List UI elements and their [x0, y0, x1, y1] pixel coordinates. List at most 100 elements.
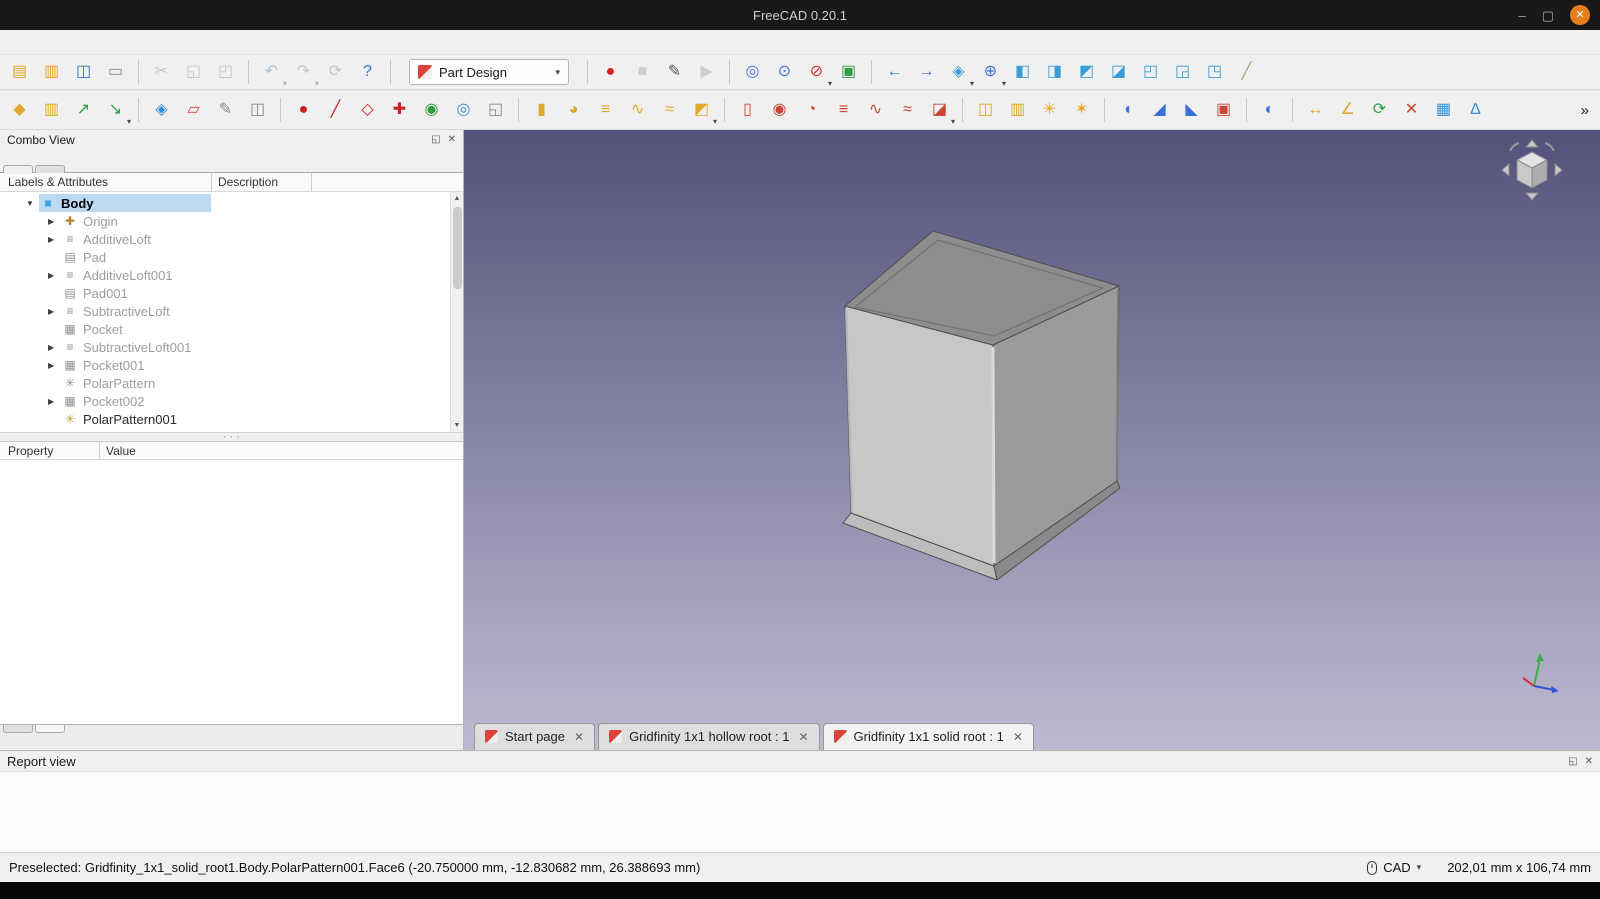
mirrored-icon[interactable]: ◫ — [971, 96, 1000, 124]
expand-arrow-icon[interactable]: ▶ — [48, 361, 61, 370]
menu-edit[interactable] — [24, 39, 42, 45]
sub-shape-binder-icon[interactable]: ◎ — [449, 96, 478, 124]
viewport[interactable]: Start page ✕ Gridfinity 1x1 hollow root … — [464, 130, 1600, 750]
boolean-icon[interactable]: ◐ — [1255, 96, 1284, 124]
datum-point-icon[interactable]: ● — [289, 96, 318, 124]
float-panel-icon[interactable]: ◱ — [1568, 756, 1577, 767]
scrollbar-thumb[interactable] — [453, 207, 462, 289]
paste-icon[interactable]: ◰ — [211, 58, 240, 86]
view-axonometric-icon[interactable]: ◧ — [1008, 58, 1037, 86]
new-document-icon[interactable]: ▤ — [5, 58, 34, 86]
additive-helix-icon[interactable]: ≈ — [655, 96, 684, 124]
expand-arrow-icon[interactable]: ▼ — [26, 199, 39, 208]
close-tab-icon[interactable]: ✕ — [574, 730, 584, 744]
macro-record-icon[interactable]: ● — [596, 58, 625, 86]
expand-arrow-icon[interactable]: ▶ — [48, 343, 61, 352]
menu-tools[interactable] — [60, 39, 78, 45]
tree-column-labels[interactable]: Labels & Attributes — [0, 173, 212, 191]
revolution-icon[interactable]: ◕ — [559, 96, 588, 124]
subtractive-loft-icon[interactable]: ≡ — [829, 96, 858, 124]
tree-item-body[interactable]: ▼ ■ Body — [0, 194, 463, 212]
additive-loft-icon[interactable]: ≡ — [591, 96, 620, 124]
create-body-icon[interactable]: ◈ — [147, 96, 176, 124]
shape-binder-icon[interactable]: ◉ — [417, 96, 446, 124]
scroll-down-icon[interactable]: ▼ — [451, 419, 463, 432]
create-group-icon[interactable]: ▥ — [37, 96, 66, 124]
measure-clear-icon[interactable]: ✕ — [1397, 96, 1426, 124]
value-column[interactable]: Value — [100, 444, 136, 458]
macro-stop-icon[interactable]: ■ — [628, 58, 657, 86]
expand-arrow-icon[interactable]: ▶ — [48, 217, 61, 226]
linear-pattern-icon[interactable]: ▥ — [1003, 96, 1032, 124]
make-sub-link-icon[interactable]: ↘ — [101, 96, 130, 124]
subtractive-helix-icon[interactable]: ≈ — [893, 96, 922, 124]
menu-file[interactable] — [6, 39, 24, 45]
view-isometric-icon[interactable]: ◈ — [944, 58, 973, 86]
tree-item-additiveloft[interactable]: ▶ ≡ AdditiveLoft — [0, 230, 463, 248]
undo-icon[interactable]: ↶ — [257, 58, 286, 86]
close-button[interactable]: ✕ — [1570, 5, 1590, 25]
close-panel-icon[interactable]: ✕ — [448, 134, 456, 145]
splitter-handle[interactable] — [0, 432, 463, 441]
copy-icon[interactable]: ◱ — [179, 58, 208, 86]
whats-this-icon[interactable]: ? — [353, 58, 382, 86]
pad-icon[interactable]: ▮ — [527, 96, 556, 124]
tree-item-pad[interactable]: ▤ Pad — [0, 248, 463, 266]
property-editor[interactable] — [0, 460, 463, 724]
tree-item-polarpattern[interactable]: ✳ PolarPattern — [0, 374, 463, 392]
open-document-icon[interactable]: ▥ — [37, 58, 66, 86]
close-tab-icon[interactable]: ✕ — [798, 730, 808, 744]
fillet-icon[interactable]: ◖ — [1113, 96, 1142, 124]
tree-item-additiveloft001[interactable]: ▶ ≡ AdditiveLoft001 — [0, 266, 463, 284]
property-column[interactable]: Property — [0, 442, 100, 459]
tree-item-subtractiveloft[interactable]: ▶ ≡ SubtractiveLoft — [0, 302, 463, 320]
nav-style-selector[interactable]: CAD — [1383, 860, 1410, 875]
view-top-icon[interactable]: ◩ — [1072, 58, 1101, 86]
menu-help[interactable] — [168, 39, 186, 45]
polar-pattern-icon[interactable]: ✳ — [1035, 96, 1064, 124]
multi-transform-icon[interactable]: ✶ — [1067, 96, 1096, 124]
view-rear-icon[interactable]: ◰ — [1136, 58, 1165, 86]
view-right-icon[interactable]: ◪ — [1104, 58, 1133, 86]
measure-angular-icon[interactable]: ∠ — [1333, 96, 1362, 124]
cut-icon[interactable]: ✂ — [147, 58, 176, 86]
measure-toggle-3d-icon[interactable]: ▦ — [1429, 96, 1458, 124]
datum-line-icon[interactable]: ╱ — [321, 96, 350, 124]
edit-sketch-icon[interactable]: ✎ — [211, 96, 240, 124]
menu-part-design[interactable] — [114, 39, 132, 45]
3d-model[interactable] — [464, 130, 1600, 750]
menu-sketch[interactable] — [96, 39, 114, 45]
expand-arrow-icon[interactable]: ▶ — [48, 271, 61, 280]
tree-item-subtractiveloft001[interactable]: ▶ ≡ SubtractiveLoft001 — [0, 338, 463, 356]
measure-distance-icon[interactable]: ╱ — [1232, 58, 1261, 86]
chamfer-icon[interactable]: ◢ — [1145, 96, 1174, 124]
nav-forward-icon[interactable]: → — [912, 58, 941, 86]
save-document-icon[interactable]: ◫ — [69, 58, 98, 86]
tree-item-origin[interactable]: ▶ ✚ Origin — [0, 212, 463, 230]
minimize-button[interactable]: – — [1518, 9, 1525, 22]
model-tree[interactable]: ▼ ■ Body ▶ ✚ Origin ▶ ≡ AdditiveLof — [0, 192, 463, 432]
tab-start-page[interactable]: Start page ✕ — [474, 723, 595, 750]
zoom-fit-all-icon[interactable]: ◎ — [738, 58, 767, 86]
menu-view[interactable] — [42, 39, 60, 45]
zoom-selection-icon[interactable]: ⊙ — [770, 58, 799, 86]
close-tab-icon[interactable]: ✕ — [1013, 730, 1023, 744]
view-bottom-icon[interactable]: ◲ — [1168, 58, 1197, 86]
additive-pipe-icon[interactable]: ∿ — [623, 96, 652, 124]
tab-gridfinity-solid[interactable]: Gridfinity 1x1 solid root : 1 ✕ — [823, 723, 1034, 750]
tree-item-polarpattern001[interactable]: ✳ PolarPattern001 — [0, 410, 463, 428]
create-part-icon[interactable]: ◆ — [5, 96, 34, 124]
measure-toggle-delta-icon[interactable]: Δ — [1461, 96, 1490, 124]
tab-tasks[interactable] — [35, 165, 65, 173]
hole-icon[interactable]: ◉ — [765, 96, 794, 124]
maximize-button[interactable]: ▢ — [1542, 9, 1554, 22]
view-front-icon[interactable]: ◨ — [1040, 58, 1069, 86]
refresh-icon[interactable]: ⟳ — [321, 58, 350, 86]
datum-plane-icon[interactable]: ◇ — [353, 96, 382, 124]
create-sketch-icon[interactable]: ▱ — [179, 96, 208, 124]
zoom-tools-icon[interactable]: ⊕ — [976, 58, 1005, 86]
draft-icon[interactable]: ◣ — [1177, 96, 1206, 124]
additive-primitive-icon[interactable]: ◩ — [687, 96, 716, 124]
tab-gridfinity-hollow[interactable]: Gridfinity 1x1 hollow root : 1 ✕ — [598, 723, 819, 750]
local-cs-icon[interactable]: ✚ — [385, 96, 414, 124]
